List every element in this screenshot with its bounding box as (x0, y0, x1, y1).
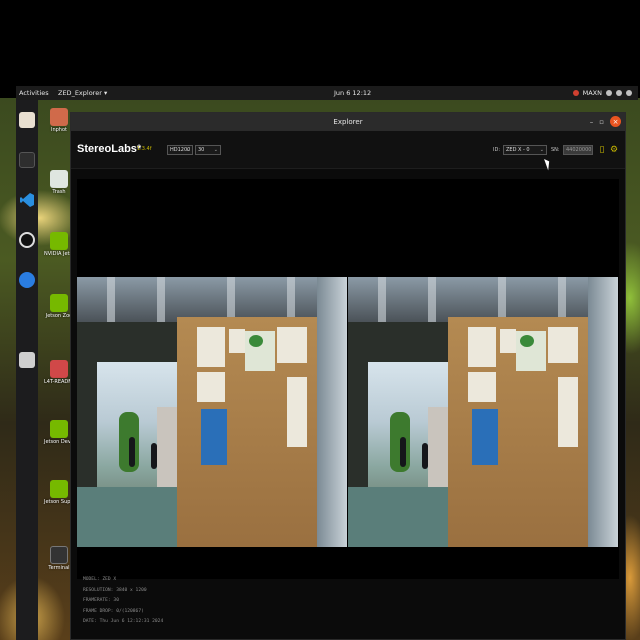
chromium-icon[interactable] (19, 272, 35, 288)
explorer-window: Explorer – ▫ × StereoLabs* 1.3.4f HD1200… (70, 112, 626, 640)
dock (16, 100, 38, 640)
power-mode-label[interactable]: MAXN (583, 89, 602, 97)
record-icon[interactable]: ▯ (597, 145, 607, 155)
info-frame-drop: FRAME DROP: 0/(120867) (83, 608, 144, 614)
app-menu[interactable]: ZED_Explorer ▾ (58, 89, 107, 97)
files-icon[interactable] (19, 112, 35, 128)
terminal-icon[interactable] (19, 152, 35, 168)
folder-icon (50, 360, 68, 378)
info-model: MODEL: ZED X (83, 577, 117, 582)
terminal-icon (50, 546, 68, 564)
left-camera-frame (77, 277, 347, 547)
resolution-select[interactable]: HD1200 ⌄ (167, 145, 193, 155)
window-title: Explorer (333, 118, 363, 126)
nvidia-power-icon[interactable] (572, 90, 579, 96)
volume-icon[interactable] (616, 90, 622, 96)
network-icon[interactable] (606, 90, 612, 96)
chevron-down-icon: ⌄ (185, 147, 190, 153)
vscode-icon[interactable] (19, 192, 35, 208)
folder-icon (50, 108, 68, 126)
stereo-video-viewer[interactable] (77, 179, 619, 579)
window-titlebar[interactable]: Explorer – ▫ × (71, 113, 625, 131)
obs-icon[interactable] (19, 232, 35, 248)
maximize-icon[interactable]: ▫ (599, 118, 604, 126)
sn-label: SN: (551, 147, 560, 153)
toolbar: StereoLabs* 1.3.4f HD1200 ⌄ 30 ⌄ ID: ZED… (71, 131, 625, 169)
info-date: DATE: Thu Jun 6 12:12:31 2024 (83, 619, 164, 624)
top-bar: Activities ZED_Explorer ▾ Jun 6 12:12 MA… (16, 86, 638, 100)
minimize-icon[interactable]: – (590, 118, 594, 126)
disk-icon[interactable] (19, 352, 35, 368)
system-tray[interactable]: MAXN (572, 89, 632, 97)
id-label: ID: (493, 147, 501, 153)
trash-icon (50, 170, 68, 188)
activities-button[interactable]: Activities (19, 89, 49, 97)
chevron-down-icon: ⌄ (213, 147, 218, 153)
version-label: 1.3.4f (137, 146, 152, 152)
brand-logo: StereoLabs* (77, 143, 142, 155)
close-icon[interactable]: × (610, 116, 621, 127)
camera-id-select[interactable]: ZED X - 0 ⌄ (503, 145, 547, 155)
nvidia-icon (50, 420, 68, 438)
nvidia-icon (50, 232, 68, 250)
camera-info-overlay: MODEL: ZED X RESOLUTION: 3840 x 1200 FRA… (83, 575, 163, 628)
chevron-down-icon: ⌄ (539, 147, 544, 153)
settings-gear-icon[interactable]: ⚙ (609, 145, 619, 155)
clock[interactable]: Jun 6 12:12 (334, 89, 371, 97)
power-icon[interactable] (626, 90, 632, 96)
info-resolution: RESOLUTION: 3840 x 1200 (83, 587, 147, 593)
nvidia-icon (50, 294, 68, 312)
info-framerate: FRAMERATE: 30 (83, 598, 119, 603)
right-camera-frame (348, 277, 618, 547)
serial-number-field: 44020000 (563, 145, 593, 155)
nvidia-icon (50, 480, 68, 498)
fps-select[interactable]: 30 ⌄ (195, 145, 221, 155)
